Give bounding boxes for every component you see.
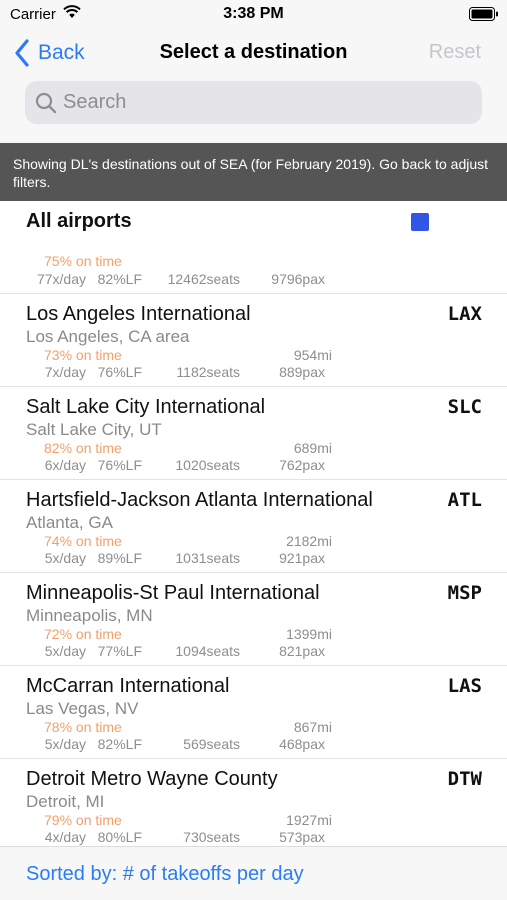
airport-code: SLC [447,396,482,418]
search-icon [35,92,57,113]
pax-label: 762pax [279,457,325,473]
list-item-slc[interactable]: Salt Lake City International SLC Salt La… [0,387,507,480]
pax-label: 468pax [279,736,325,752]
list-item-las[interactable]: McCarran International LAS Las Vegas, NV… [0,666,507,759]
row-name: Los Angeles International [26,303,251,325]
seats-label: 569seats [183,736,240,752]
airport-code: MSP [447,582,482,604]
frequency-label: 5x/day [44,736,86,752]
sort-button[interactable]: Sorted by: # of takeoffs per day [26,863,304,886]
distance-label: 2182mi [286,533,332,549]
row-area: Los Angeles, CA area [26,327,190,346]
seats-label: 1020seats [175,457,240,473]
seats-label: 1094seats [175,643,240,659]
load-factor-label: 76%LF [97,364,142,380]
on-time-label: 74% on time [44,533,122,549]
pax-label: 921pax [279,550,325,566]
footer-bar: Sorted by: # of takeoffs per day [0,846,507,900]
load-factor-label: 76%LF [97,457,142,473]
search-input[interactable] [63,91,463,114]
on-time-label: 79% on time [44,812,122,828]
pax-label: 573pax [279,829,325,845]
list-item-msp[interactable]: Minneapolis-St Paul International MSP Mi… [0,573,507,666]
battery-icon [469,7,498,21]
on-time-label: 78% on time [44,719,122,735]
on-time-label: 75% on time [44,253,122,269]
row-name: Hartsfield-Jackson Atlanta International [26,489,373,511]
row-name: Salt Lake City International [26,396,266,418]
row-area: Salt Lake City, UT [26,420,162,439]
list-item-all-airports[interactable]: All airports 75% on time 77x/day 82%LF 1… [0,201,507,294]
row-name: Minneapolis-St Paul International [26,582,320,604]
frequency-label: 5x/day [44,550,86,566]
frequency-label: 4x/day [44,829,86,845]
frequency-label: 5x/day [44,643,86,659]
navigation-bar: Back Select a destination Reset [0,30,507,143]
load-factor-label: 82%LF [97,271,142,287]
seats-label: 1031seats [175,550,240,566]
load-factor-label: 80%LF [97,829,142,845]
distance-label: 1927mi [286,812,332,828]
load-factor-label: 82%LF [97,736,142,752]
pax-label: 9796pax [271,271,325,287]
list-item-dtw[interactable]: Detroit Metro Wayne County DTW Detroit, … [0,759,507,852]
row-area: Minneapolis, MN [26,606,153,625]
row-name: All airports [26,210,132,232]
reset-button[interactable]: Reset [429,41,481,64]
distance-label: 1399mi [286,626,332,642]
filter-banner[interactable]: Showing DL's destinations out of SEA (fo… [0,143,507,201]
status-bar: Carrier 3:38 PM [0,0,507,30]
load-factor-label: 89%LF [97,550,142,566]
clock: 3:38 PM [223,5,284,22]
airport-code: LAS [447,675,482,697]
seats-label: 1182seats [176,364,240,380]
load-factor-label: 77%LF [97,643,142,659]
seats-label: 12462seats [167,271,240,287]
airport-code: ATL [447,489,482,511]
on-time-label: 73% on time [44,347,122,363]
row-area: Detroit, MI [26,792,105,811]
frequency-label: 77x/day [36,271,86,287]
on-time-label: 72% on time [44,626,122,642]
on-time-label: 82% on time [44,440,122,456]
airport-code: LAX [447,303,482,325]
row-area: Atlanta, GA [26,513,113,532]
airport-code: DTW [447,768,482,790]
list-item-atl[interactable]: Hartsfield-Jackson Atlanta International… [0,480,507,573]
frequency-label: 6x/day [44,457,86,473]
frequency-label: 7x/day [44,364,86,380]
row-area: Las Vegas, NV [26,699,139,718]
distance-label: 689mi [293,440,332,456]
pax-label: 821pax [279,643,325,659]
pax-label: 889pax [279,364,325,380]
distance-label: 954mi [293,347,332,363]
search-bar[interactable] [25,81,482,124]
distance-label: 867mi [293,719,332,735]
selected-indicator [411,213,429,231]
list-item-lax[interactable]: Los Angeles International LAX Los Angele… [0,294,507,387]
destination-list: All airports 75% on time 77x/day 82%LF 1… [0,201,507,852]
row-name: McCarran International [26,675,230,697]
seats-label: 730seats [183,829,240,845]
row-name: Detroit Metro Wayne County [26,768,278,790]
